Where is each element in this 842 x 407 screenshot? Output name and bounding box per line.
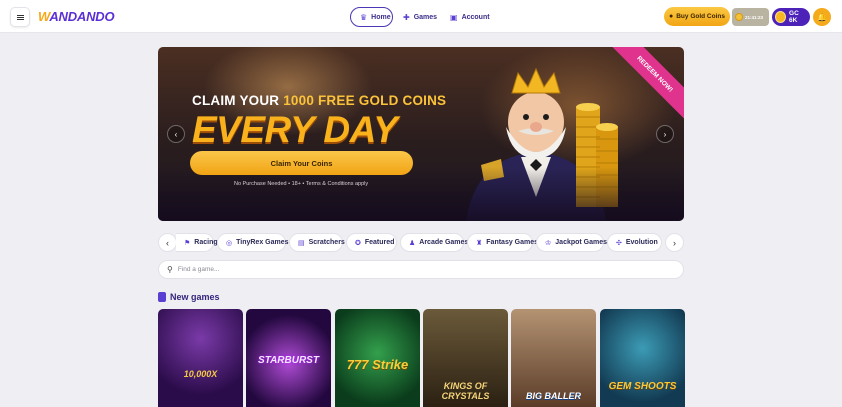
nav-games[interactable]: ✚ Games [394, 7, 446, 27]
dna-icon: ✣ [616, 239, 622, 247]
new-games-icon [158, 292, 166, 302]
nav-account[interactable]: ▣ Account [441, 7, 499, 27]
categories-prev-button[interactable]: ‹ [158, 233, 177, 252]
flag-icon: ⚑ [184, 239, 191, 247]
globe-icon: ◎ [226, 239, 233, 247]
id-card-icon: ▣ [450, 12, 458, 22]
hamburger-menu-button[interactable] [10, 7, 30, 27]
top-bar: WANDANDO ♛ Home ✚ Games ▣ Account ● Buy … [0, 0, 842, 33]
category-racing[interactable]: ⚑ Racing [176, 233, 218, 252]
game-tile[interactable]: 777 Strike [335, 309, 420, 407]
joystick-icon: ♟ [409, 239, 416, 247]
notifications-bell-icon[interactable]: 🔔 [813, 8, 831, 26]
game-tile[interactable]: GEM SHOOTS [600, 309, 685, 407]
menu-icon [16, 16, 24, 18]
claim-coins-button[interactable]: Claim Your Coins [190, 151, 413, 175]
banner-next-arrow-icon[interactable]: › [656, 125, 674, 143]
timer-text: 21:41:23 [745, 14, 764, 20]
star-icon: ✪ [355, 239, 361, 247]
ticket-icon: ▤ [298, 239, 305, 247]
category-scratchers[interactable]: ▤ Scratchers [289, 233, 345, 252]
gold-coin-icon [775, 11, 787, 23]
game-tile[interactable]: 10,000X [158, 309, 243, 407]
buy-gold-coins-button[interactable]: ● Buy Gold Coins [664, 7, 730, 26]
banner-fine-print: No Purchase Needed • 18+ • Terms & Condi… [234, 181, 369, 187]
castle-icon: ♜ [476, 239, 483, 247]
banner-prev-arrow-icon[interactable]: ‹ [167, 125, 185, 143]
coins-icon: ● [669, 13, 674, 20]
coin-balance[interactable]: GC 6K [772, 8, 810, 26]
category-evolution[interactable]: ✣ Evolution [607, 233, 662, 252]
game-tile[interactable]: BIG BALLER [511, 309, 596, 407]
daily-bonus-timer[interactable]: 21:41:23 [732, 8, 769, 26]
category-featured[interactable]: ✪ Featured [346, 233, 397, 252]
site-logo[interactable]: WANDANDO [38, 9, 115, 24]
game-tile[interactable]: STARBURST [246, 309, 331, 407]
category-arcade-games[interactable]: ♟ Arcade Games [400, 233, 468, 252]
banner-shadow [158, 167, 684, 221]
category-jackpot-games[interactable]: ♔ Jackpot Games [536, 233, 607, 252]
banner-headline: EVERY DAY [192, 109, 398, 150]
categories-next-button[interactable]: › [665, 233, 684, 252]
coin-icon [735, 13, 743, 21]
banner-subheadline: CLAIM YOUR 1000 FREE GOLD COINS [192, 93, 447, 108]
trophy-icon: ♔ [545, 239, 552, 247]
gamepad-icon: ✚ [403, 12, 410, 22]
nav-home[interactable]: ♛ Home [350, 7, 393, 27]
game-search-input[interactable]: ⚲ Find a game... [158, 260, 684, 279]
search-icon: ⚲ [167, 265, 173, 274]
category-tinyrex-games[interactable]: ◎ TinyRex Games [217, 233, 289, 252]
new-games-heading: New games [158, 292, 220, 302]
crown-icon: ♛ [360, 12, 368, 22]
game-tile[interactable]: KINGS OF CRYSTALS [423, 309, 508, 407]
promo-banner[interactable]: CLAIM YOUR 1000 FREE GOLD COINS EVERY DA… [158, 47, 684, 221]
category-fantasy-games[interactable]: ♜ Fantasy Games [467, 233, 538, 252]
